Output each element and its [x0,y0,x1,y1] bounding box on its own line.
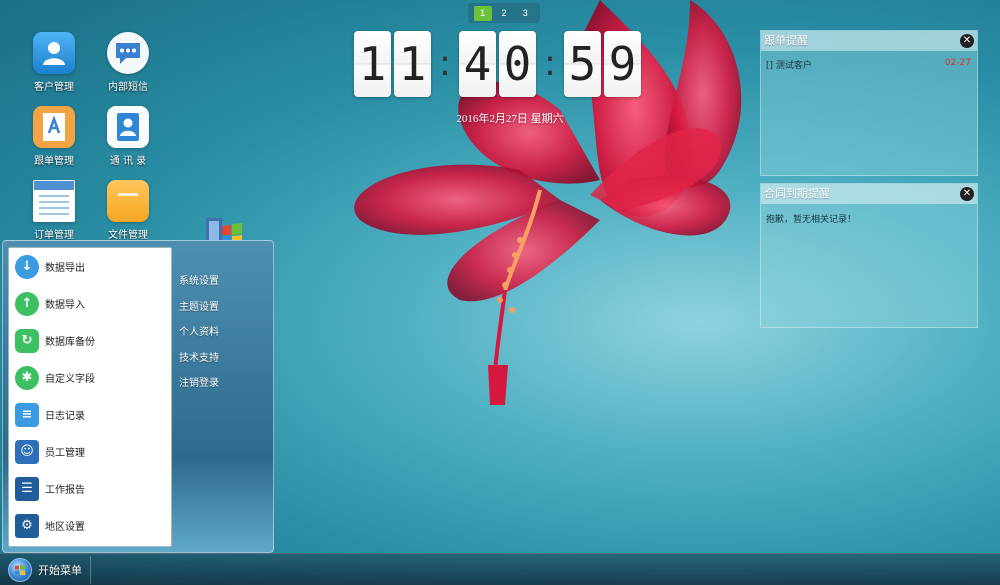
download-icon: ↓ [15,254,39,279]
start-orb-icon [8,558,32,582]
upload-icon: ↑ [15,291,39,316]
followup-document-icon [33,106,75,148]
gear-icon: ✱ [15,365,39,390]
settings-icon: ⚙ [15,513,39,538]
staff-icon: ☺ [15,439,39,464]
chat-bubble-icon [107,32,149,74]
desktop-icon-label: 客户管理 [34,82,74,93]
clock-separator: : [543,43,557,84]
desktop-icon-customer[interactable]: 客户管理 [23,32,85,93]
menu-item-label: 数据导出 [45,263,85,274]
profile-link[interactable]: 个人资料 [179,320,219,346]
menu-item-staff-management[interactable]: ☺ 员工管理 [9,433,171,470]
desktop-icon-files[interactable]: 文件管理 [97,180,159,241]
menu-item-data-import[interactable]: ↑ 数据导入 [9,285,171,322]
followup-reminder-panel: 跟单提醒 ✕ [] 测试客户 02-27 [760,30,978,176]
clock-separator: : [438,43,452,84]
menu-item-label: 数据库备份 [45,337,95,348]
desktop-icon-label: 订单管理 [34,230,74,241]
menu-item-region-settings[interactable]: ⚙ 地区设置 [9,507,171,544]
page-button-2[interactable]: 2 [495,6,513,21]
desktop-icon-followup[interactable]: 跟单管理 [23,106,85,167]
desktop-icon-contacts[interactable]: 通 讯 录 [97,106,159,167]
start-button[interactable]: 开始菜单 [4,556,91,584]
order-list-icon [33,180,75,222]
empty-message: 抱歉，暂无相关记录！ [766,215,857,225]
menu-item-custom-fields[interactable]: ✱ 自定义字段 [9,359,171,396]
close-icon[interactable]: ✕ [960,34,974,48]
clock-hour-ones: 1 [394,31,431,97]
clock-second-tens: 5 [564,31,601,97]
clock-minute-tens: 4 [459,31,496,97]
desktop-icon-label: 通 讯 录 [109,156,147,167]
desktop-icon-label: 跟单管理 [34,156,74,167]
menu-item-label: 地区设置 [45,522,85,533]
menu-item-database-backup[interactable]: ↻ 数据库备份 [9,322,171,359]
desktop-icon-message[interactable]: 内部短信 [97,32,159,93]
start-button-label: 开始菜单 [38,564,82,577]
desktop-icon-orders[interactable]: 订单管理 [23,180,85,241]
panel-header: 跟单提醒 ✕ [761,31,977,51]
clock-date: 2016年2月27日 星期六 [456,113,564,125]
taskbar: 开始菜单 [0,553,1000,585]
clock-second-ones: 9 [604,31,641,97]
customer-icon [33,32,75,74]
address-book-icon [107,106,149,148]
panel-header: 合同到期提醒 ✕ [761,184,977,204]
clock-minute-ones: 0 [499,31,536,97]
menu-item-label: 工作报告 [45,485,85,496]
menu-item-label: 日志记录 [45,411,85,422]
close-icon[interactable]: ✕ [960,187,974,201]
menu-item-data-export[interactable]: ↓ 数据导出 [9,248,171,285]
desktop-page-switcher: 1 2 3 [468,3,540,23]
report-icon: ☰ [15,476,39,501]
system-settings-link[interactable]: 系统设置 [179,269,219,295]
start-menu-system-links: 系统设置 主题设置 个人资料 技术支持 注销登录 [179,269,219,397]
tech-support-link[interactable]: 技术支持 [179,346,219,372]
start-menu: ↓ 数据导出 ↑ 数据导入 ↻ 数据库备份 ✱ 自定义字段 ≡ 日志记录 ☺ 员… [2,240,274,553]
menu-item-log-records[interactable]: ≡ 日志记录 [9,396,171,433]
logout-link[interactable]: 注销登录 [179,371,219,397]
panel-title: 合同到期提醒 [764,187,830,200]
start-menu-program-list: ↓ 数据导出 ↑ 数据导入 ↻ 数据库备份 ✱ 自定义字段 ≡ 日志记录 ☺ 员… [8,247,172,547]
desktop-icon-label: 内部短信 [108,82,148,93]
panel-title: 跟单提醒 [764,34,808,47]
folder-icon [107,180,149,222]
log-icon: ≡ [15,402,39,427]
desktop-icon-label: 文件管理 [108,230,148,241]
menu-item-label: 员工管理 [45,448,85,459]
page-button-3[interactable]: 3 [516,6,534,21]
flip-clock: 1 1 : 4 0 : 5 9 [354,31,644,97]
clock-hour-tens: 1 [354,31,391,97]
contract-expiry-panel: 合同到期提醒 ✕ 抱歉，暂无相关记录！ [760,183,978,328]
list-item[interactable]: [] 测试客户 02-27 [761,51,977,71]
reminder-customer-name[interactable]: [] 测试客户 [766,58,812,71]
refresh-icon: ↻ [15,328,39,353]
menu-item-work-report[interactable]: ☰ 工作报告 [9,470,171,507]
page-button-1[interactable]: 1 [473,5,492,21]
reminder-date: 02-27 [944,58,971,68]
menu-item-label: 自定义字段 [45,374,95,385]
theme-settings-link[interactable]: 主题设置 [179,295,219,321]
menu-item-label: 数据导入 [45,300,85,311]
